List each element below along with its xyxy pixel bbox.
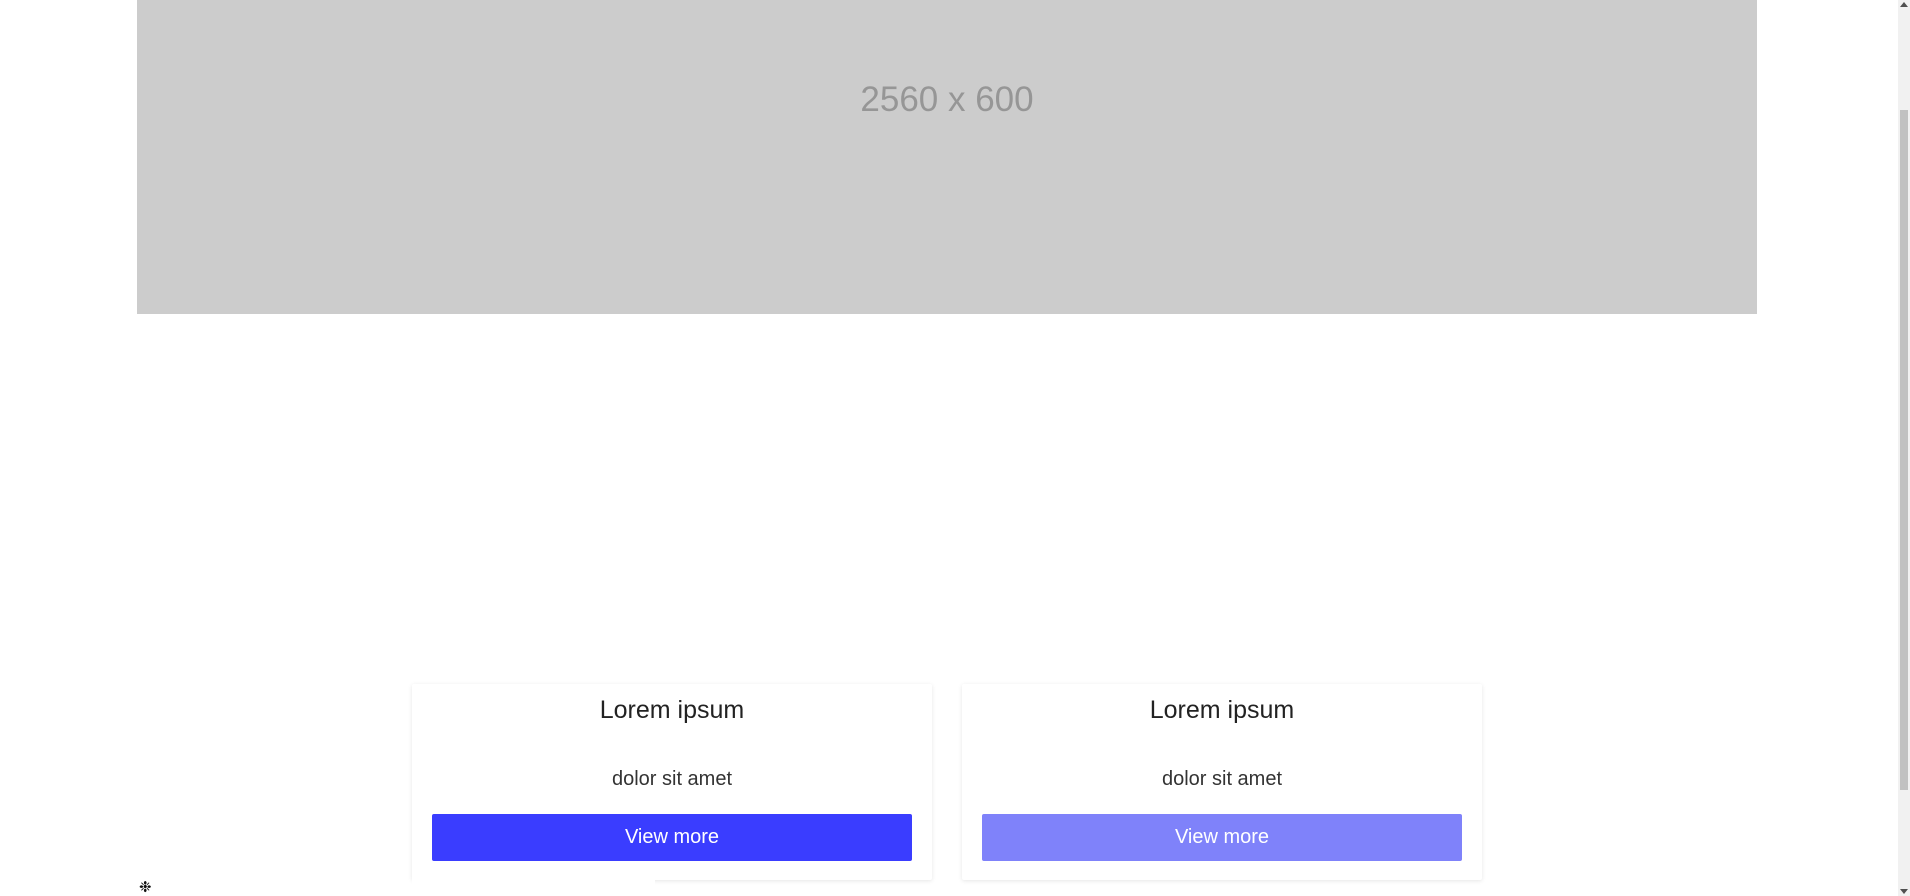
view-more-button[interactable]: View more <box>982 814 1462 861</box>
overlay-strip <box>412 872 655 896</box>
card-title: Lorem ipsum <box>599 696 745 724</box>
scrollbar-thumb[interactable] <box>1900 110 1908 790</box>
view-more-button[interactable]: View more <box>432 814 912 861</box>
scroll-up-icon[interactable] <box>1900 2 1908 7</box>
card-text: dolor sit amet <box>611 768 733 790</box>
card-2: Lorem ipsum dolor sit amet View more <box>962 684 1482 880</box>
hero-placeholder-label: 2560 x 600 <box>860 80 1034 119</box>
card-1: Lorem ipsum dolor sit amet View more <box>412 684 932 880</box>
vertical-scrollbar[interactable] <box>1898 0 1910 896</box>
snowflake-icon[interactable]: ❉ <box>139 880 152 895</box>
card-text: dolor sit amet <box>1161 768 1283 790</box>
hero-image-placeholder: 2560 x 600 <box>137 0 1757 314</box>
card-title: Lorem ipsum <box>1149 696 1295 724</box>
page-viewport: 2560 x 600 Lorem ipsum dolor sit amet Vi… <box>0 0 1910 896</box>
scroll-down-icon[interactable] <box>1900 889 1908 894</box>
